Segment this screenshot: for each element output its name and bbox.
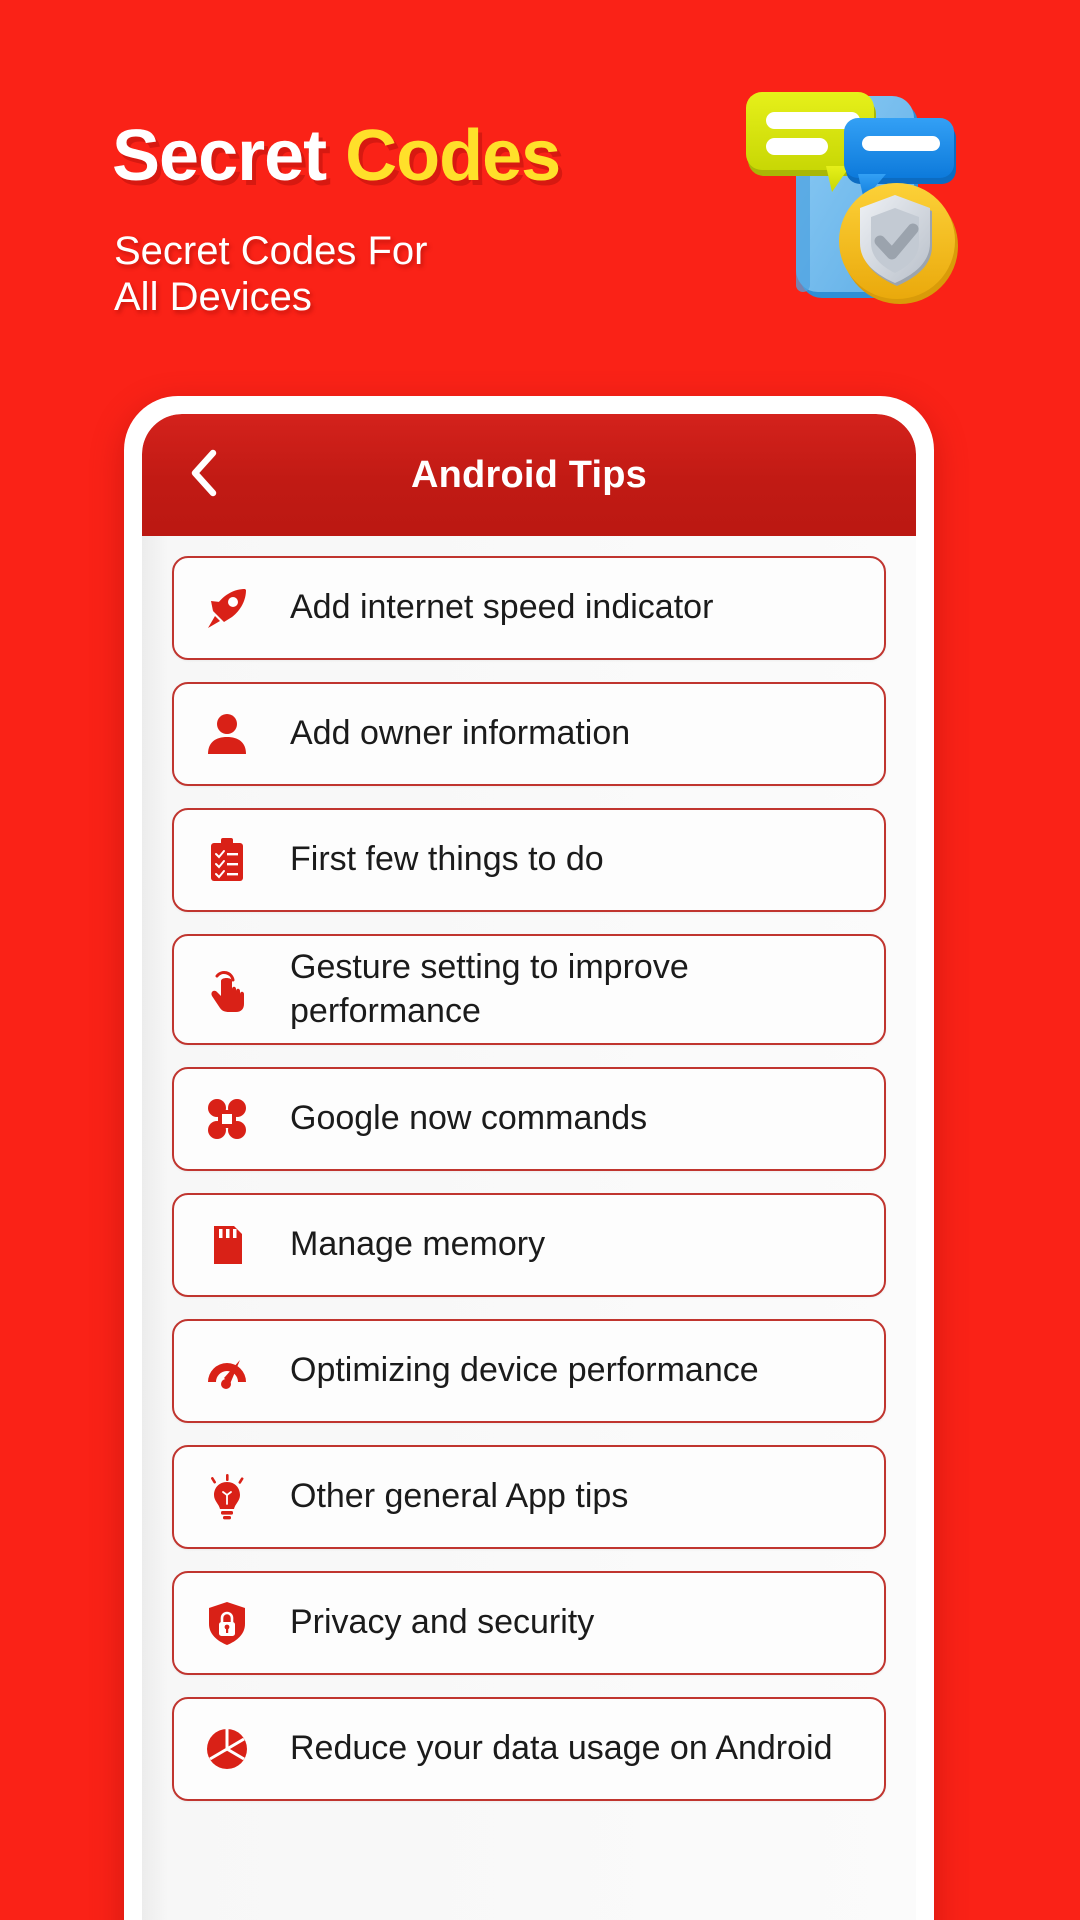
pie-chart-icon — [198, 1720, 256, 1778]
app-screen: Android Tips Add internet speed indicato… — [142, 414, 916, 1920]
list-item[interactable]: First few things to do — [172, 808, 886, 912]
list-item[interactable]: Reduce your data usage on Android — [172, 1697, 886, 1802]
phone-mockup: Android Tips Add internet speed indicato… — [124, 396, 934, 1920]
list-item[interactable]: Google now commands — [172, 1067, 886, 1172]
promo-subtitle-line-1: Secret Codes For — [114, 229, 428, 273]
tips-list: Add internet speed indicator Add owner i… — [142, 536, 916, 1920]
person-icon — [198, 705, 256, 763]
sd-card-icon — [198, 1216, 256, 1274]
tap-hand-icon — [198, 961, 256, 1019]
list-item-label: Add owner information — [290, 714, 631, 753]
list-item[interactable]: Other general App tips — [172, 1445, 886, 1550]
chevron-left-icon — [187, 448, 221, 503]
back-button[interactable] — [176, 447, 232, 503]
list-item-label: Add internet speed indicator — [290, 588, 714, 627]
list-item[interactable]: Privacy and security — [172, 1571, 886, 1676]
command-flower-icon — [198, 1090, 256, 1148]
app-bar: Android Tips — [142, 414, 916, 536]
list-item-label: Privacy and security — [290, 1603, 595, 1642]
list-item[interactable]: Add owner information — [172, 682, 886, 786]
list-item[interactable]: Gesture setting to improve performance — [172, 934, 886, 1046]
list-item[interactable]: Add internet speed indicator — [172, 556, 886, 660]
promo-title: Secret Codes — [112, 120, 561, 192]
promo-subtitle-line-2: All Devices — [114, 275, 312, 319]
promo-title-word-2: Codes — [345, 116, 561, 196]
list-item-label: Google now commands — [290, 1099, 648, 1138]
page-title: Android Tips — [410, 453, 648, 496]
list-item-label: Other general App tips — [290, 1477, 629, 1516]
lightbulb-icon — [198, 1468, 256, 1526]
list-item-label: Manage memory — [290, 1225, 546, 1264]
promo-title-word-1: Secret — [112, 116, 327, 196]
hero-illustration — [740, 80, 980, 310]
list-item[interactable]: Optimizing device performance — [172, 1319, 886, 1424]
speedometer-icon — [198, 1342, 256, 1400]
list-item-label: First few things to do — [290, 840, 604, 879]
promo-subtitle: Secret Codes For All Devices — [114, 228, 427, 320]
list-item[interactable]: Manage memory — [172, 1193, 886, 1298]
rocket-icon — [198, 579, 256, 637]
list-item-label: Optimizing device performance — [290, 1351, 759, 1390]
shield-lock-icon — [198, 1594, 256, 1652]
list-item-label: Gesture setting to improve performance — [290, 948, 689, 1030]
promo-banner: Secret Codes Secret Codes For All Device… — [0, 0, 1080, 400]
list-item-label: Reduce your data usage on Android — [290, 1729, 833, 1768]
clipboard-checklist-icon — [198, 831, 256, 889]
